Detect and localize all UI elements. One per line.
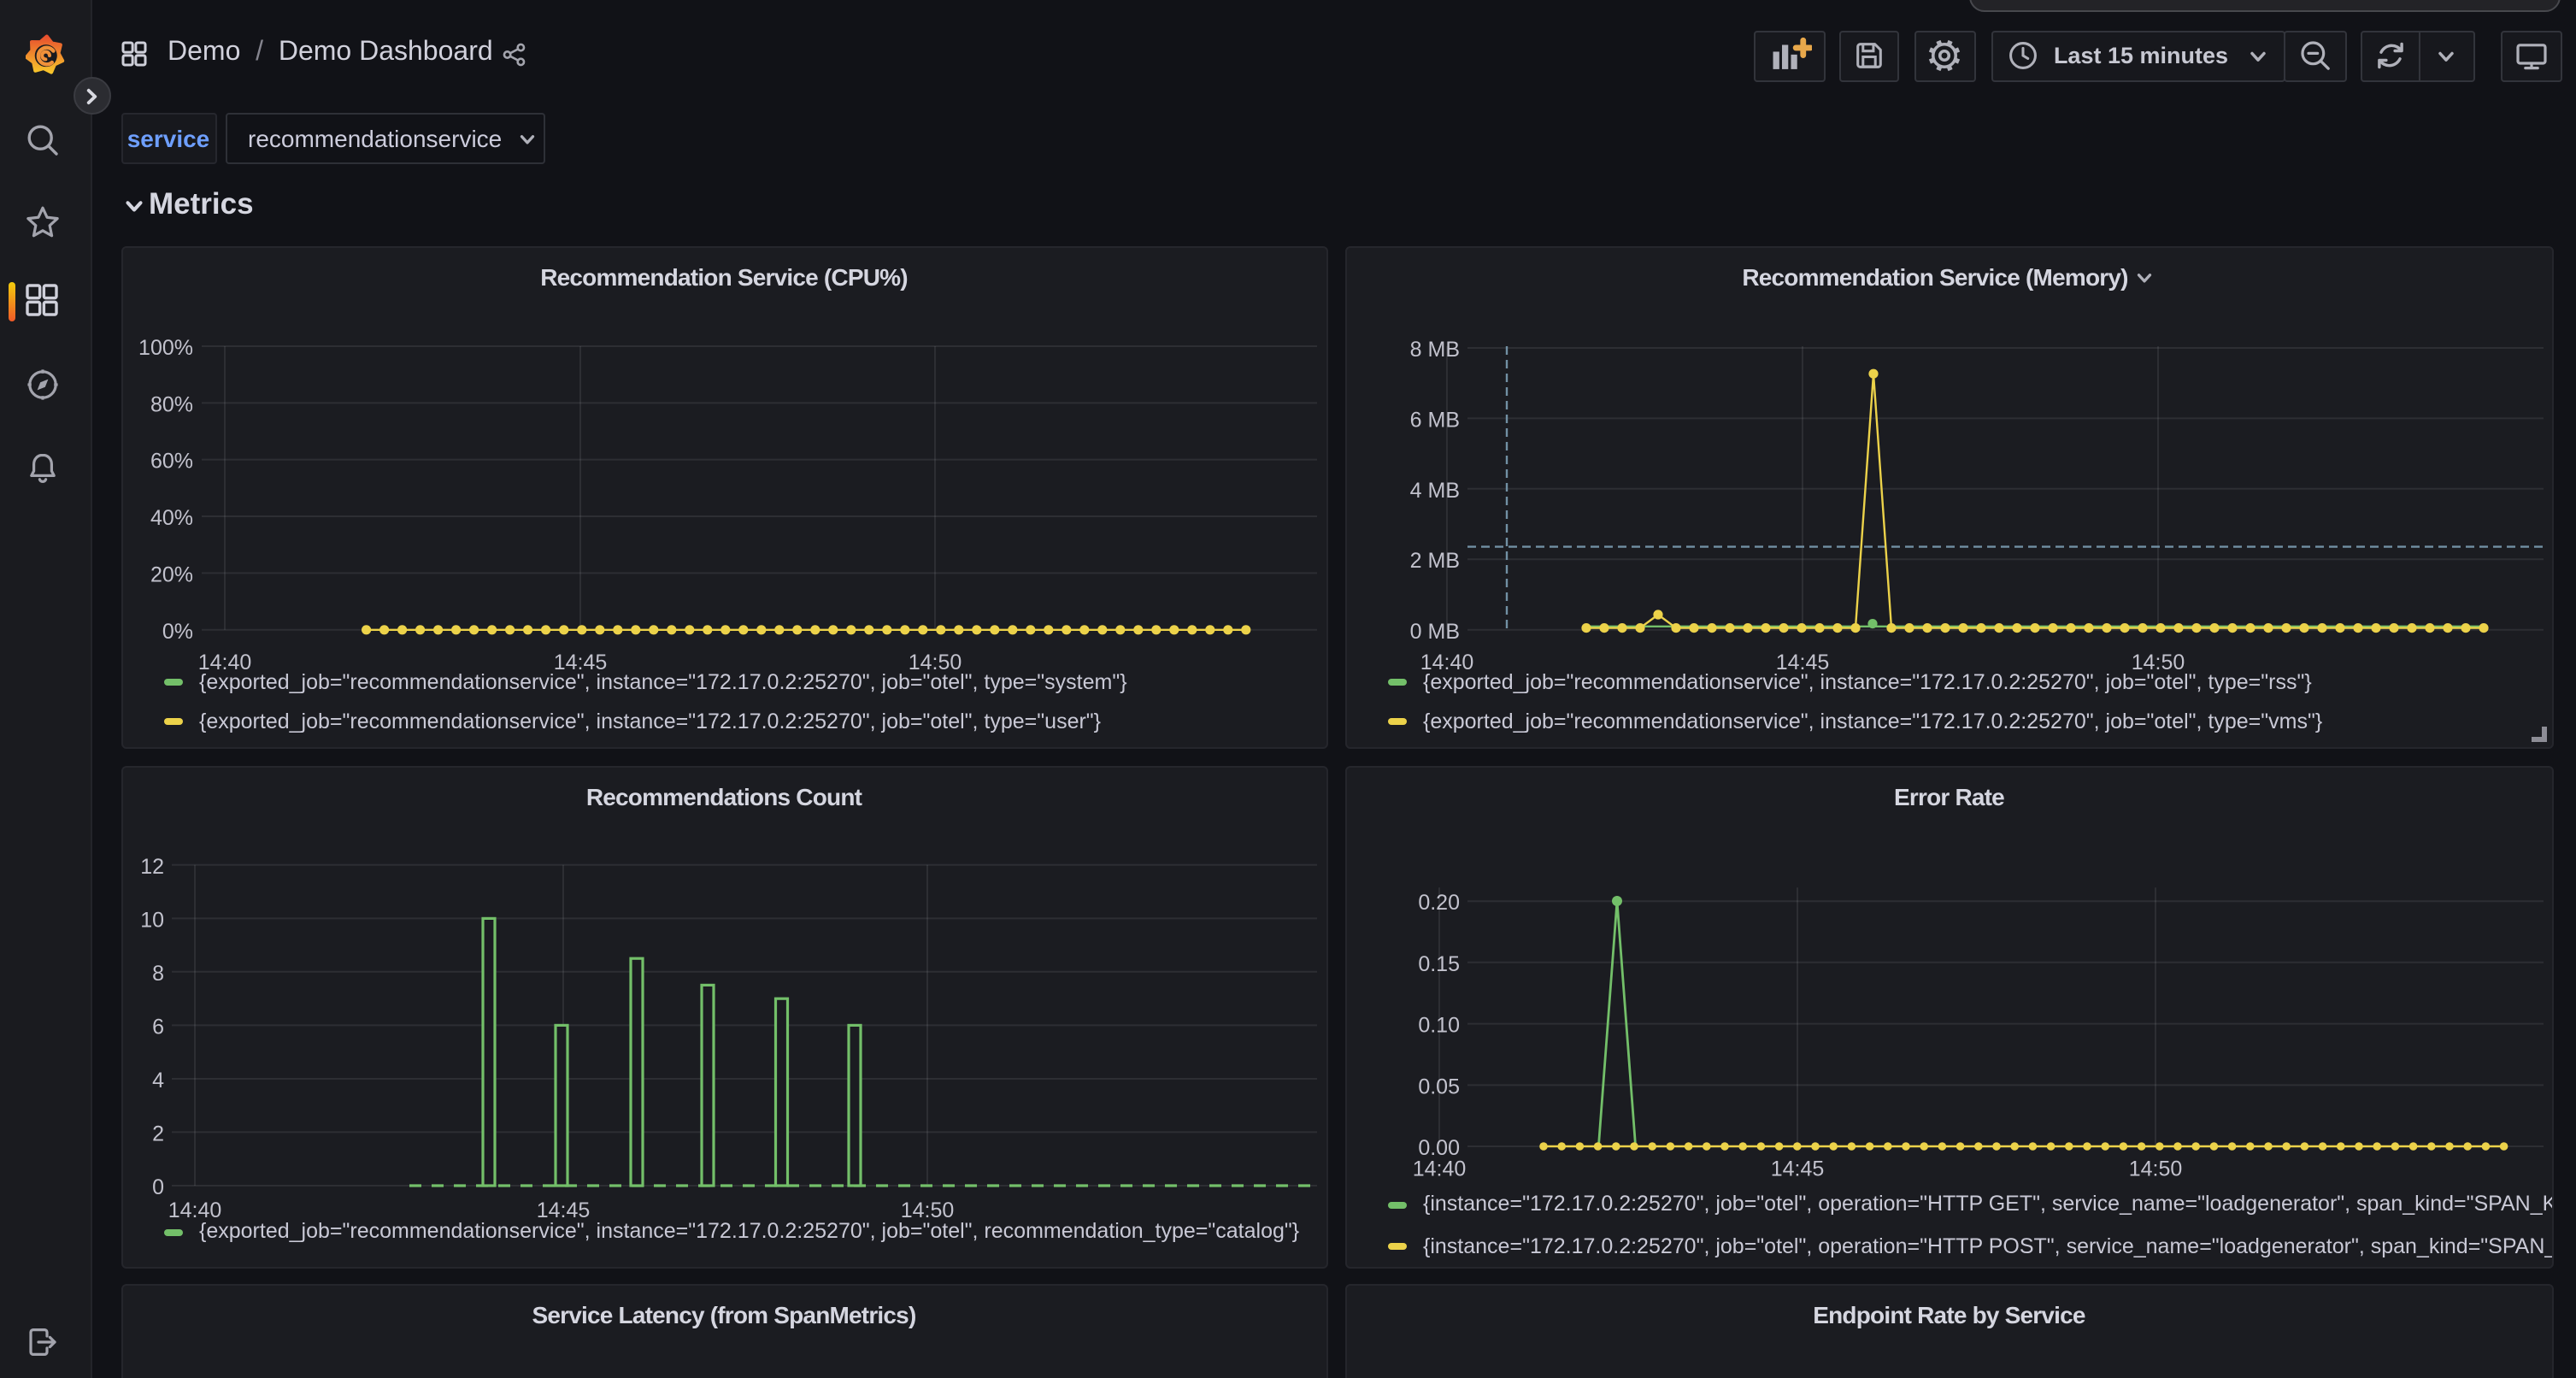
svg-text:14:50: 14:50 [2128,1157,2182,1181]
svg-text:10: 10 [139,908,163,932]
svg-text:6: 6 [151,1015,163,1039]
svg-text:14:45: 14:45 [1770,1157,1824,1181]
svg-text:20%: 20% [150,562,192,586]
svg-text:80%: 80% [150,392,192,415]
svg-text:0: 0 [151,1175,163,1199]
svg-text:12: 12 [139,855,163,879]
svg-text:8: 8 [151,962,163,986]
svg-text:8 MB: 8 MB [1409,337,1459,361]
svg-text:0 MB: 0 MB [1409,619,1459,643]
svg-text:2: 2 [151,1122,163,1145]
svg-text:4: 4 [151,1069,163,1092]
svg-text:60%: 60% [150,449,192,473]
svg-text:4 MB: 4 MB [1409,478,1459,502]
svg-text:40%: 40% [150,505,192,529]
svg-text:14:40: 14:40 [1412,1157,1466,1181]
svg-text:100%: 100% [138,335,192,359]
svg-text:6 MB: 6 MB [1409,407,1459,431]
svg-text:0%: 0% [162,619,192,643]
svg-text:2 MB: 2 MB [1409,548,1459,572]
